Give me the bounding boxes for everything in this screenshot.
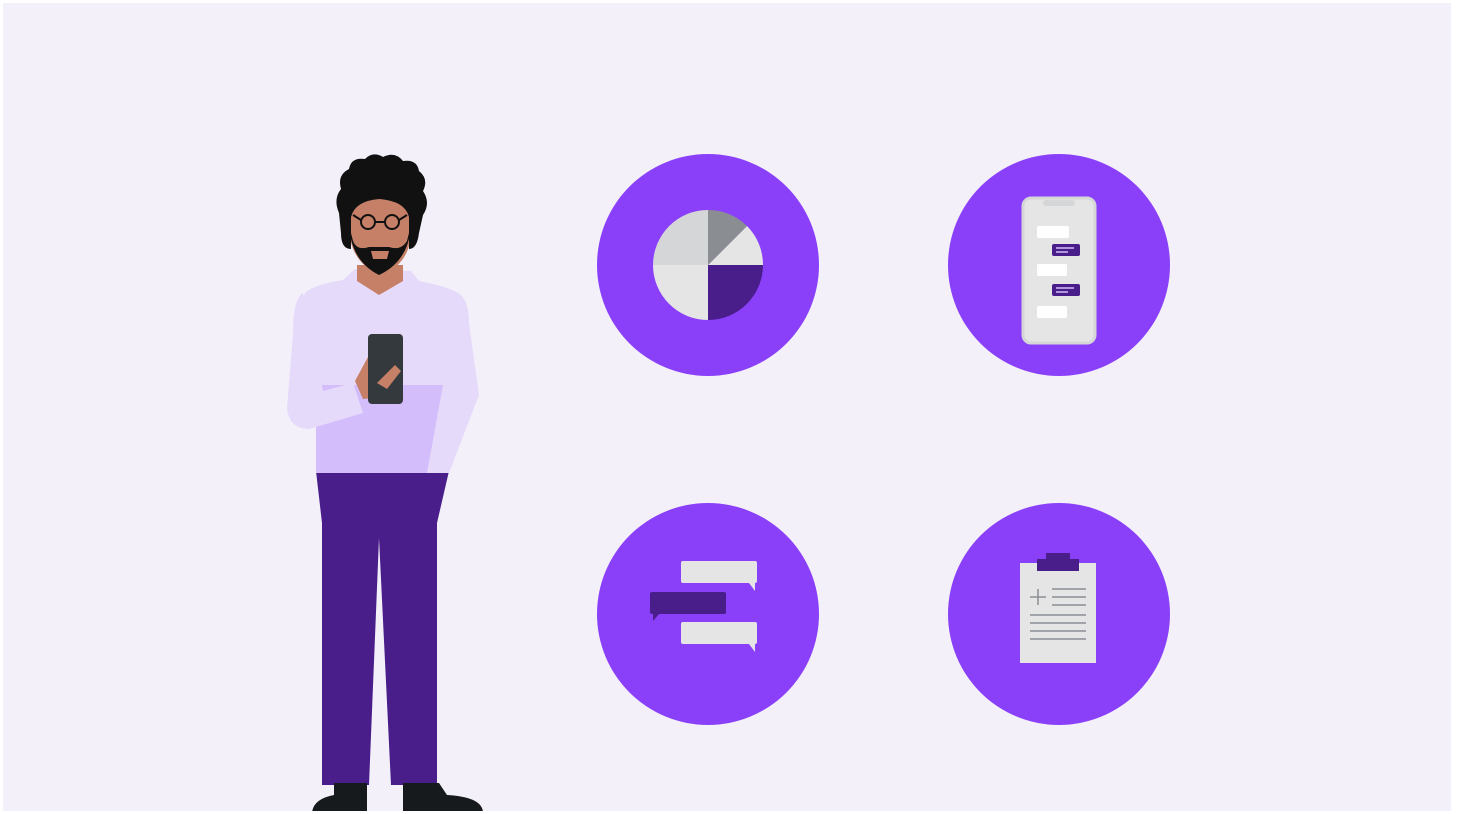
left-shoe	[312, 783, 367, 811]
chat-bubbles-icon	[597, 503, 819, 725]
right-shoe	[403, 783, 483, 811]
pie-chart-icon	[597, 154, 819, 376]
trousers	[316, 471, 449, 785]
illustration-canvas	[3, 3, 1451, 811]
mouth	[371, 251, 389, 259]
phone-chat-icon	[948, 154, 1170, 376]
clipboard-icon	[948, 503, 1170, 725]
